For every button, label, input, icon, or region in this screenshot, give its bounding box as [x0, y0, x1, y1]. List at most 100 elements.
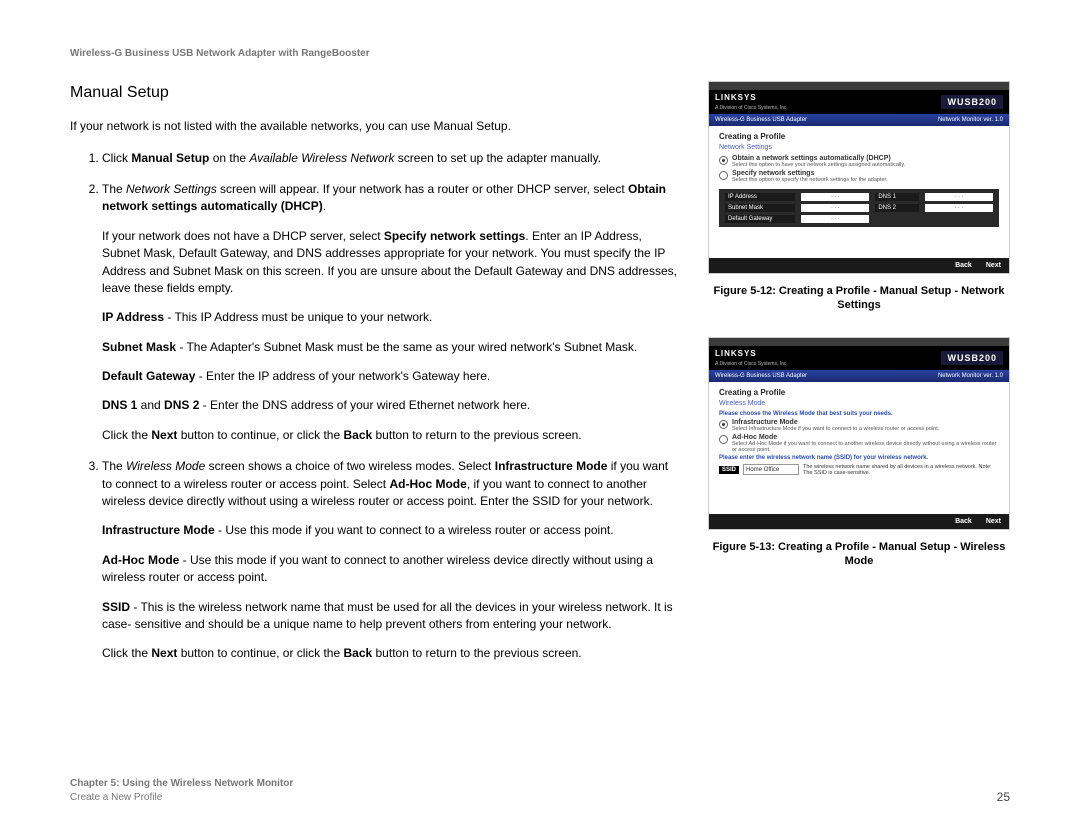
t: Manual Setup — [131, 151, 209, 165]
t: - The Adapter's Subnet Mask must be the … — [176, 340, 637, 354]
fig-footer: Back Next — [709, 514, 1009, 529]
def-ssid: SSID - This is the wireless network name… — [102, 599, 678, 634]
panel-subtitle: Wireless Mode — [719, 400, 999, 407]
note-mode: Please choose the Wireless Mode that bes… — [719, 411, 999, 417]
main-text-column: Manual Setup If your network is not list… — [70, 81, 678, 677]
page-number: 25 — [997, 790, 1010, 804]
t: button to continue, or click the — [177, 646, 343, 660]
def-infra: Infrastructure Mode - Use this mode if y… — [102, 522, 678, 539]
input-gateway[interactable]: . . . — [801, 215, 869, 223]
brand-text: LINKSYS — [715, 349, 757, 358]
t: Wireless Mode — [126, 459, 205, 473]
opt-label: Obtain a network settings automatically … — [732, 155, 905, 162]
radio-infra[interactable]: Infrastructure Mode Select Infrastructur… — [719, 419, 999, 432]
footer-chapter: Chapter 5: Using the Wireless Network Mo… — [70, 777, 293, 791]
t: Infrastructure Mode — [102, 523, 215, 537]
network-fields: IP Address . . . DNS 1 . . . Subnet Mask… — [719, 189, 999, 227]
input-dns2[interactable]: . . . — [925, 204, 993, 212]
input-subnet[interactable]: . . . — [801, 204, 869, 212]
next-button[interactable]: Next — [986, 262, 1001, 269]
t: button to continue, or click the — [177, 428, 343, 442]
radio-icon — [719, 435, 728, 444]
t: - This IP Address must be unique to your… — [164, 310, 432, 324]
def-gateway: Default Gateway - Enter the IP address o… — [102, 368, 678, 385]
def-dns: DNS 1 and DNS 2 - Enter the DNS address … — [102, 397, 678, 414]
panel-subtitle: Network Settings — [719, 144, 999, 151]
ssid-input[interactable]: Home Office — [743, 464, 799, 475]
t: Ad-Hoc Mode — [389, 477, 466, 491]
next-button[interactable]: Next — [986, 518, 1001, 525]
t: button to return to the previous screen. — [372, 646, 581, 660]
t: If your network does not have a DHCP ser… — [102, 229, 384, 243]
t: Back — [343, 428, 372, 442]
figure-5-12: LINKSYS A Division of Cisco Systems, Inc… — [708, 81, 1010, 274]
step3-p1: The Wireless Mode screen shows a choice … — [102, 458, 678, 510]
opt-label: Specify network settings — [732, 170, 888, 177]
note-ssid: Please enter the wireless network name (… — [719, 455, 999, 461]
opt-desc: Select this option to specify the networ… — [732, 177, 888, 183]
back-button[interactable]: Back — [955, 518, 972, 525]
step2-p2: If your network does not have a DHCP ser… — [102, 228, 678, 298]
lbl-dns2: DNS 2 — [875, 204, 919, 212]
def-ip: IP Address - This IP Address must be uni… — [102, 309, 678, 326]
opt-label: Infrastructure Mode — [732, 419, 939, 426]
t: Back — [343, 646, 372, 660]
step-3: The Wireless Mode screen shows a choice … — [102, 458, 678, 663]
t: Click — [102, 151, 131, 165]
ssid-desc: The wireless network name shared by all … — [803, 464, 999, 476]
radio-specify[interactable]: Specify network settings Select this opt… — [719, 170, 999, 183]
radio-dhcp[interactable]: Obtain a network settings automatically … — [719, 155, 999, 168]
t: IP Address — [102, 310, 164, 324]
page-footer: Chapter 5: Using the Wireless Network Mo… — [70, 777, 1010, 804]
footer-subsection: Create a New Profile — [70, 791, 293, 805]
t: - Use this mode if you want to connect t… — [102, 553, 653, 584]
t: on the — [209, 151, 249, 165]
t: - Enter the DNS address of your wired Et… — [199, 398, 530, 412]
fig-body: Creating a Profile Wireless Mode Please … — [709, 382, 1009, 514]
step3-nav: Click the Next button to continue, or cl… — [102, 645, 678, 662]
lbl-gateway: Default Gateway — [725, 215, 795, 223]
t: screen to set up the adapter manually. — [394, 151, 601, 165]
t: and — [137, 398, 164, 412]
radio-icon — [719, 156, 728, 165]
t: Available Wireless Network — [249, 151, 394, 165]
model-label: WUSB200 — [941, 95, 1003, 109]
t: The — [102, 182, 126, 196]
def-subnet: Subnet Mask - The Adapter's Subnet Mask … — [102, 339, 678, 356]
panel-title: Creating a Profile — [719, 388, 999, 397]
section-title: Manual Setup — [70, 81, 678, 104]
ssid-row: SSID Home Office The wireless network na… — [719, 464, 999, 476]
t: Ad-Hoc Mode — [102, 553, 179, 567]
bb-right: Network Monitor ver. 1.0 — [938, 373, 1003, 379]
step-1: Click Manual Setup on the Available Wire… — [102, 150, 678, 167]
model-label: WUSB200 — [941, 351, 1003, 365]
t: - Use this mode if you want to connect t… — [215, 523, 614, 537]
back-button[interactable]: Back — [955, 262, 972, 269]
intro-paragraph: If your network is not listed with the a… — [70, 118, 678, 135]
bb-left: Wireless-G Business USB Adapter — [715, 117, 807, 123]
bb-left: Wireless-G Business USB Adapter — [715, 373, 807, 379]
input-ip[interactable]: . . . — [801, 193, 869, 201]
step2-nav: Click the Next button to continue, or cl… — [102, 427, 678, 444]
radio-adhoc[interactable]: Ad-Hoc Mode Select Ad-Hoc Mode if you wa… — [719, 434, 999, 453]
fig-brandbar: LINKSYS A Division of Cisco Systems, Inc… — [709, 346, 1009, 370]
radio-icon — [719, 420, 728, 429]
step-2: The Network Settings screen will appear.… — [102, 181, 678, 444]
document-header: Wireless-G Business USB Network Adapter … — [70, 48, 1010, 59]
input-dns1[interactable]: . . . — [925, 193, 993, 201]
fig-bluebar: Wireless-G Business USB Adapter Network … — [709, 114, 1009, 126]
panel-title: Creating a Profile — [719, 132, 999, 141]
fig-brandbar: LINKSYS A Division of Cisco Systems, Inc… — [709, 90, 1009, 114]
t: Default Gateway — [102, 369, 195, 383]
fig-topbar — [709, 82, 1009, 90]
step2-p1: The Network Settings screen will appear.… — [102, 181, 678, 216]
opt-desc: Select this option to have your network … — [732, 162, 905, 168]
figures-column: LINKSYS A Division of Cisco Systems, Inc… — [708, 81, 1010, 677]
t: screen shows a choice of two wireless mo… — [205, 459, 494, 473]
step1-text: Click Manual Setup on the Available Wire… — [102, 151, 601, 165]
radio-icon — [719, 171, 728, 180]
t: Click the — [102, 646, 151, 660]
fig-footer: Back Next — [709, 258, 1009, 273]
lbl-subnet: Subnet Mask — [725, 204, 795, 212]
def-adhoc: Ad-Hoc Mode - Use this mode if you want … — [102, 552, 678, 587]
